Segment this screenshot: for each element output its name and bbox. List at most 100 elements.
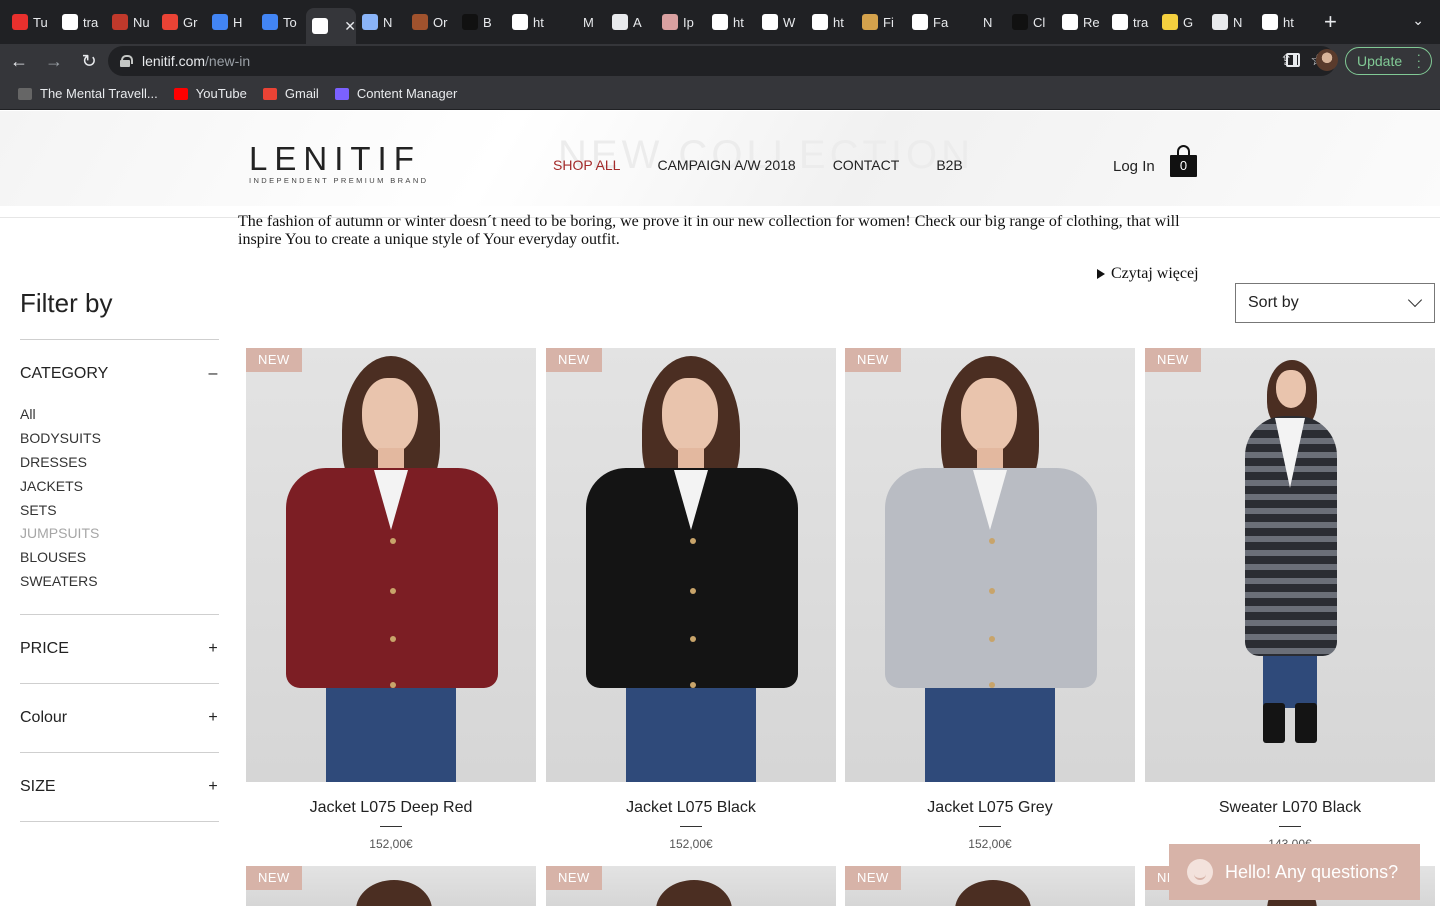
- browser-tab[interactable]: Nu: [106, 7, 156, 37]
- browser-tab[interactable]: A: [606, 7, 656, 37]
- product-card[interactable]: NEW Jacket L075 Deep Red 152,00€: [246, 348, 536, 851]
- product-divider: [380, 826, 402, 827]
- product-name[interactable]: Jacket L075 Deep Red: [246, 799, 536, 817]
- browser-tab[interactable]: Fa: [906, 7, 956, 37]
- browser-tab[interactable]: B: [456, 7, 506, 37]
- filter-divider: [20, 683, 219, 684]
- browser-tab[interactable]: N: [956, 7, 1006, 37]
- nav-shop-all[interactable]: SHOP ALL: [553, 157, 620, 173]
- read-more-toggle[interactable]: Czytaj więcej: [1097, 265, 1199, 283]
- tumblr-icon: [12, 14, 28, 30]
- browser-tab[interactable]: W: [756, 7, 806, 37]
- browser-tab[interactable]: ht: [706, 7, 756, 37]
- category-item[interactable]: All: [20, 404, 101, 428]
- update-button[interactable]: Update · · ·: [1345, 47, 1432, 75]
- bookmark-item[interactable]: YouTube: [173, 86, 247, 101]
- product-card[interactable]: NEW Jacket L075 Grey 152,00€: [845, 348, 1135, 851]
- side-panel-icon[interactable]: [1286, 53, 1300, 67]
- product-image[interactable]: NEW: [546, 866, 836, 906]
- login-link[interactable]: Log In: [1113, 158, 1155, 175]
- product-image[interactable]: NEW: [845, 348, 1135, 782]
- product-image[interactable]: NEW: [845, 866, 1135, 906]
- product-image[interactable]: NEW: [246, 866, 536, 906]
- browser-tab[interactable]: ✕: [306, 8, 356, 44]
- filter-category-header[interactable]: CATEGORY –: [20, 363, 219, 385]
- new-badge: NEW: [546, 348, 602, 372]
- expand-plus-icon[interactable]: +: [207, 709, 219, 727]
- browser-tab[interactable]: tra: [56, 7, 106, 37]
- chat-widget[interactable]: Hello! Any questions?: [1169, 844, 1420, 900]
- forward-arrow-icon[interactable]: →: [38, 47, 70, 75]
- lock-icon[interactable]: [120, 55, 133, 67]
- browser-tab[interactable]: Gr: [156, 7, 206, 37]
- product-name[interactable]: Sweater L070 Black: [1145, 799, 1435, 817]
- nav-b2b[interactable]: B2B: [936, 157, 962, 173]
- close-tab-icon[interactable]: ✕: [344, 18, 356, 35]
- new-badge: NEW: [845, 866, 901, 890]
- browser-tab[interactable]: ht: [1256, 7, 1306, 37]
- browser-tab[interactable]: tra: [1106, 7, 1156, 37]
- browser-tab[interactable]: ht: [806, 7, 856, 37]
- expand-plus-icon[interactable]: +: [207, 640, 219, 658]
- profile-avatar[interactable]: [1316, 49, 1338, 71]
- address-bar[interactable]: lenitif.com/new-in ⇪ ☆: [108, 46, 1336, 76]
- product-card[interactable]: NEW Jacket L075 Black 152,00€: [546, 348, 836, 851]
- category-item[interactable]: SETS: [20, 500, 101, 524]
- flower-icon: [662, 14, 678, 30]
- site-logo[interactable]: LENITIF INDEPENDENT PREMIUM BRAND: [249, 142, 439, 185]
- filter-size-header[interactable]: SIZE +: [20, 776, 219, 798]
- google-icon: [62, 14, 78, 30]
- product-card[interactable]: NEW: [546, 866, 836, 906]
- product-image[interactable]: NEW: [246, 348, 536, 782]
- browser-tab-strip: Tu tra Nu Gr H To ✕ N Or Bht M A Ip ht Wht Fi Fa N Cl Re tra…: [0, 0, 1440, 44]
- bookmark-item[interactable]: Gmail: [262, 86, 319, 101]
- lenitif-icon: [312, 18, 328, 34]
- product-card[interactable]: NEWSweater L070 Black143,00€: [1145, 348, 1435, 851]
- letter-b-icon: [462, 14, 478, 30]
- browser-tab[interactable]: Re: [1056, 7, 1106, 37]
- kebab-menu-icon[interactable]: · · ·: [1417, 48, 1421, 73]
- nav-campaign[interactable]: CAMPAIGN A/W 2018: [657, 157, 795, 173]
- bookmark-item[interactable]: The Mental Travell...: [18, 86, 158, 101]
- tab-title: tra: [1133, 14, 1149, 30]
- sort-dropdown[interactable]: Sort by: [1235, 283, 1435, 323]
- product-name[interactable]: Jacket L075 Black: [546, 799, 836, 817]
- browser-tab[interactable]: G: [1156, 7, 1206, 37]
- jacket-button: [390, 588, 396, 594]
- product-card[interactable]: NEW: [845, 866, 1135, 906]
- browser-tab[interactable]: Ip: [656, 7, 706, 37]
- bookmark-item[interactable]: Content Manager: [334, 86, 457, 101]
- back-arrow-icon[interactable]: ←: [3, 47, 35, 75]
- browser-tab[interactable]: Cl: [1006, 7, 1056, 37]
- product-image[interactable]: NEW: [1145, 348, 1435, 782]
- category-item[interactable]: DRESSES: [20, 452, 101, 476]
- browser-tab[interactable]: Fi: [856, 7, 906, 37]
- browser-tab[interactable]: Or: [406, 7, 456, 37]
- product-name[interactable]: Jacket L075 Grey: [845, 799, 1135, 817]
- category-item[interactable]: SWEATERS: [20, 571, 101, 595]
- tab-search-chevron-icon[interactable]: ⌄: [1412, 12, 1424, 29]
- expand-plus-icon[interactable]: +: [207, 778, 219, 796]
- browser-tab[interactable]: H: [206, 7, 256, 37]
- category-item[interactable]: JACKETS: [20, 476, 101, 500]
- filter-divider: [20, 614, 219, 615]
- browser-tab[interactable]: N: [356, 7, 406, 37]
- browser-tab[interactable]: Tu: [6, 7, 56, 37]
- filter-divider: [20, 752, 219, 753]
- collapse-minus-icon[interactable]: –: [207, 365, 219, 383]
- nav-contact[interactable]: CONTACT: [833, 157, 900, 173]
- browser-tab[interactable]: N: [1206, 7, 1256, 37]
- category-item[interactable]: BODYSUITS: [20, 428, 101, 452]
- new-tab-plus-icon[interactable]: +: [1324, 9, 1344, 35]
- category-item[interactable]: BLOUSES: [20, 547, 101, 571]
- browser-tab[interactable]: ht: [506, 7, 556, 37]
- reload-icon[interactable]: ↻: [73, 47, 105, 75]
- product-image[interactable]: NEW: [546, 348, 836, 782]
- filter-price-header[interactable]: PRICE +: [20, 638, 219, 660]
- product-card[interactable]: NEW: [246, 866, 536, 906]
- browser-tab[interactable]: M: [556, 7, 606, 37]
- cart-icon[interactable]: 0: [1170, 145, 1197, 177]
- filter-colour-header[interactable]: Colour +: [20, 707, 219, 729]
- browser-tab[interactable]: To: [256, 7, 306, 37]
- category-item[interactable]: JUMPSUITS: [20, 523, 101, 547]
